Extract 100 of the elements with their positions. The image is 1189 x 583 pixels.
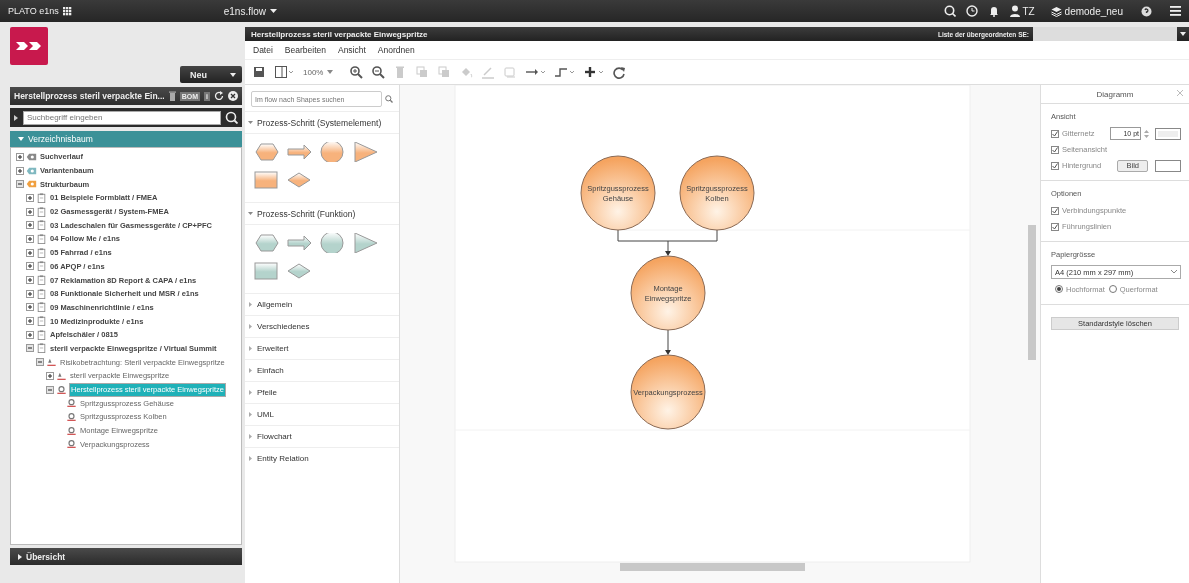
menu-item[interactable]: Datei [247,45,279,55]
caret-down-icon[interactable] [248,120,253,125]
refresh-icon[interactable] [214,91,224,101]
rectangle-shape-icon[interactable] [254,170,280,190]
expand-icon[interactable] [26,248,34,257]
color-swatch[interactable] [1155,159,1181,172]
zoom-out-icon[interactable] [371,65,385,79]
expand-icon[interactable] [16,166,24,175]
expand-icon[interactable] [46,371,54,380]
user-icon[interactable] [1010,5,1021,17]
arrow-shape-icon[interactable] [287,142,313,162]
overview-header[interactable]: Übersicht [10,548,242,565]
expand-icon[interactable] [26,289,34,298]
tree-header[interactable]: Verzeichnisbaum [10,131,242,147]
expand-icon[interactable] [16,152,24,161]
hexagon-shape-icon[interactable] [254,233,280,253]
redo-icon[interactable] [612,65,626,79]
caret-down-icon[interactable] [248,211,253,216]
triangle-shape-icon[interactable] [353,142,379,162]
search-field[interactable]: Suchbegriff eingeben [23,110,221,125]
checkbox[interactable] [1051,145,1059,154]
radio-button[interactable] [1108,285,1117,293]
caret-right-icon[interactable] [248,346,253,351]
caret-right-icon[interactable] [248,456,253,461]
palette-section-header[interactable]: Pfeile [245,381,399,403]
expand-icon[interactable] [26,330,34,339]
clipboard-icon [36,343,47,354]
checkbox[interactable] [1051,222,1059,231]
caret-right-icon[interactable] [248,368,253,373]
expand-icon[interactable] [26,207,34,216]
menu-item[interactable]: Bearbeiten [278,45,332,55]
expand-arrow-icon[interactable] [14,114,19,121]
color-swatch[interactable] [1155,127,1181,140]
caret-right-icon[interactable] [248,302,253,307]
checkbox[interactable] [1051,161,1059,170]
collapse-icon[interactable] [36,358,44,367]
caret-right-icon[interactable] [248,324,253,329]
palette-section-header[interactable]: Einfach [245,359,399,381]
zoom-in-icon[interactable] [349,65,363,79]
palette-section-header[interactable]: Entity Relation [245,447,399,469]
workspace-name[interactable]: demode_neu [1064,5,1123,17]
checkbox[interactable] [1051,206,1059,215]
panel-icon[interactable] [274,65,295,79]
spinner-icon[interactable] [1144,128,1149,139]
expand-icon[interactable] [26,276,34,285]
diamond-shape-icon[interactable] [287,170,313,190]
parent-list-field[interactable] [1033,27,1177,41]
triangle-shape-icon[interactable] [353,233,379,253]
new-button[interactable]: Neu [180,66,242,83]
layers-icon[interactable] [1050,5,1062,17]
diamond-shape-icon[interactable] [287,261,313,281]
palette-section-header[interactable]: Verschiedenes [245,315,399,337]
collapse-icon[interactable] [26,344,34,353]
checkbox[interactable] [1051,129,1059,138]
scrollbar[interactable] [1028,225,1036,360]
expand-icon[interactable] [26,317,34,326]
menu-icon[interactable] [1170,6,1181,16]
scrollbar[interactable] [620,563,805,571]
menu-item[interactable]: Ansicht [331,45,372,55]
arrow-shape-icon[interactable] [287,233,313,253]
zoom-select[interactable]: 100% [303,67,341,77]
caret-icon[interactable] [18,553,22,560]
expand-icon[interactable] [26,262,34,271]
help-icon[interactable] [1141,5,1152,17]
app-grid-icon[interactable] [62,6,72,16]
clock-icon[interactable] [966,5,979,17]
palette-section-header[interactable]: Prozess-Schritt (Funktion) [245,202,399,224]
module-menu[interactable]: e1ns.flow [223,5,277,17]
menu-item[interactable]: Anordnen [371,45,421,55]
close-icon[interactable] [228,91,238,101]
expand-icon[interactable] [26,221,34,230]
expand-icon[interactable] [26,193,34,202]
caret-icon[interactable] [230,72,236,77]
palette-section-header[interactable]: Flowchart [245,425,399,447]
save-icon[interactable] [252,65,266,79]
collapse-icon[interactable] [16,180,24,189]
expand-icon[interactable] [26,303,34,312]
rectangle-shape-icon[interactable] [254,261,280,281]
palette-section-header[interactable]: UML [245,403,399,425]
warning-icon [56,370,67,381]
trash-icon[interactable] [168,91,176,101]
circle-shape-icon[interactable] [320,142,346,162]
collapse-icon[interactable] [46,385,54,394]
waypoint-icon[interactable] [554,65,575,79]
plus-icon[interactable] [583,65,604,79]
search-icon[interactable] [944,5,957,17]
user-initials[interactable]: TZ [1022,5,1035,17]
caret-right-icon[interactable] [248,434,253,439]
radio-button[interactable] [1055,285,1063,293]
hexagon-shape-icon[interactable] [254,142,280,162]
caret-icon[interactable] [269,8,277,14]
palette-section-header[interactable]: Allgemein [245,293,399,315]
palette-section-header[interactable]: Erweitert [245,337,399,359]
expand-icon[interactable] [26,234,34,243]
palette-section-header[interactable]: Prozess-Schritt (Systemelement) [245,111,399,133]
caret-right-icon[interactable] [248,390,253,395]
caret-right-icon[interactable] [248,412,253,417]
circle-shape-icon[interactable] [320,233,346,253]
bell-icon[interactable] [988,5,1001,17]
caret-icon[interactable] [1180,32,1186,36]
